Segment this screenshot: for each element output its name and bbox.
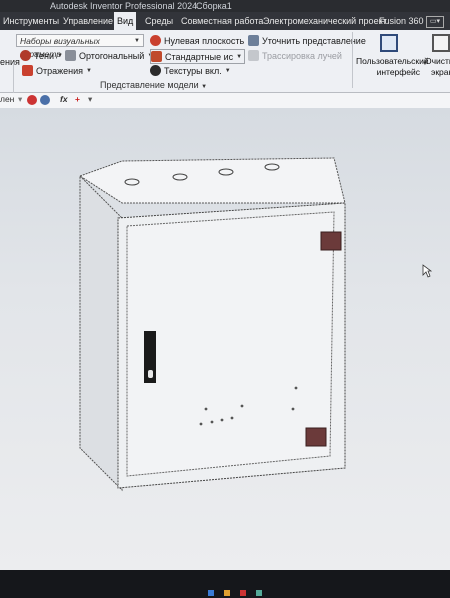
textures-label: Текстуры вкл. — [164, 65, 222, 76]
shadows-button[interactable]: Тени ▼ — [20, 49, 63, 62]
door-hole — [240, 404, 244, 408]
door-hole — [294, 386, 298, 390]
tab-tools[interactable]: Инструменты — [0, 12, 62, 30]
os-taskbar — [0, 570, 450, 598]
reflections-label: Отражения — [36, 65, 84, 76]
cabinet-door — [126, 211, 335, 477]
textures-button[interactable]: Текстуры вкл. ▼ — [150, 64, 231, 77]
taskbar-app-icon[interactable] — [240, 590, 246, 596]
hinge-bottom — [305, 427, 327, 447]
partial-left-item[interactable]: ения — [0, 55, 20, 68]
orthographic-label: Ортогональный — [79, 50, 145, 61]
tab-collaborate[interactable]: Совместная работа — [178, 12, 266, 30]
ground-plane-label: Нулевая плоскость — [164, 35, 245, 46]
model-icon[interactable] — [27, 95, 37, 105]
clean-screen-label-2: экран — [431, 67, 450, 77]
chevron-down-icon: ▼ — [57, 52, 63, 59]
user-interface-label-1: Пользовательский — [356, 56, 429, 66]
tab-environments[interactable]: Среды — [142, 12, 176, 30]
reflections-button[interactable]: Отражения ▼ — [22, 64, 92, 77]
orthographic-button[interactable]: Ортогональный ▼ — [65, 49, 153, 62]
clean-screen-button[interactable]: Очисти экран — [425, 56, 450, 78]
door-hole — [199, 422, 203, 426]
add-icon[interactable]: + — [75, 94, 80, 104]
shadows-icon — [20, 50, 31, 61]
chevron-down-icon: ▼ — [224, 67, 231, 74]
lock-keyhole — [148, 370, 153, 378]
cabinet-top-face — [78, 157, 346, 204]
door-hole — [210, 420, 214, 424]
ray-tracing-icon — [248, 50, 259, 61]
taskbar-app-icon[interactable] — [224, 590, 230, 596]
tab-fusion360[interactable]: Fusion 360 — [376, 12, 427, 30]
clean-screen-label-1: Очисти — [425, 56, 450, 66]
cabinet-model — [78, 157, 346, 492]
door-hole — [230, 416, 234, 420]
browser-toolbar: лен ▾ fx + ▾ — [0, 93, 450, 109]
clean-screen-icon[interactable] — [432, 34, 450, 52]
cabinet-left-face — [79, 174, 123, 492]
tab-view[interactable]: Вид — [114, 12, 137, 30]
door-hole — [204, 407, 208, 411]
taskbar-app-icon[interactable] — [208, 590, 214, 596]
display-mode-icon — [151, 51, 162, 62]
globe-icon[interactable] — [40, 95, 50, 105]
standard-display-button[interactable]: Стандартные ис ▼ — [150, 49, 246, 64]
chevron-down-icon: ▼ — [134, 38, 140, 44]
fx-icon[interactable]: fx — [60, 94, 68, 104]
refine-view-button[interactable]: Уточнить представление — [248, 34, 366, 47]
ribbon-separator — [352, 32, 353, 88]
textures-icon — [150, 65, 161, 76]
app-title: Autodesk Inventor Professional 2024 — [50, 1, 198, 11]
browser-toolbar-text: лен — [0, 94, 15, 104]
reflections-icon — [22, 65, 33, 76]
user-interface-icon[interactable] — [380, 34, 398, 52]
model-view-panel-label[interactable]: Представление модели ▼ — [100, 80, 207, 90]
refine-view-label: Уточнить представление — [262, 35, 366, 46]
partial-left-label: ения — [0, 56, 20, 67]
ray-tracing-button[interactable]: Трассировка лучей — [248, 49, 342, 62]
user-interface-button[interactable]: Пользовательский интерфейс — [356, 56, 429, 78]
hinge-top — [320, 231, 342, 251]
tab-electromechanical[interactable]: Электромеханический проект — [260, 12, 390, 30]
chevron-down-icon[interactable]: ▾ — [18, 94, 22, 105]
ribbon-options-icon[interactable]: ▭▾ — [426, 16, 444, 28]
shadows-label: Тени — [34, 50, 54, 61]
taskbar-app-icon[interactable] — [256, 590, 262, 596]
orthographic-icon — [65, 50, 76, 61]
door-hole — [220, 418, 224, 422]
refine-view-icon — [248, 35, 259, 46]
chevron-down-icon: ▼ — [201, 84, 208, 90]
ray-tracing-label: Трассировка лучей — [262, 50, 342, 61]
title-bar: Autodesk Inventor Professional 2024 Сбор… — [0, 0, 450, 12]
ground-plane-icon — [150, 35, 161, 46]
visual-style-combo[interactable]: Наборы визуальных параметр ▼ — [16, 34, 144, 59]
ribbon-tabs: Инструменты Управление Вид Среды Совмест… — [0, 12, 450, 30]
document-title: Сборка1 — [196, 1, 232, 11]
chevron-down-icon: ▼ — [86, 67, 92, 74]
standard-display-label: Стандартные ис — [165, 51, 234, 62]
model-view-panel-text: Представление модели — [100, 80, 199, 90]
chevron-down-icon[interactable]: ▾ — [88, 94, 92, 105]
chevron-down-icon: ▼ — [236, 53, 243, 60]
user-interface-label-2: интерфейс — [376, 67, 421, 77]
tab-manage[interactable]: Управление — [60, 12, 116, 30]
mouse-cursor-icon — [422, 264, 432, 278]
door-hole — [291, 407, 295, 411]
ground-plane-button[interactable]: Нулевая плоскость ▼ — [150, 34, 253, 47]
graphics-viewport[interactable] — [0, 108, 450, 570]
